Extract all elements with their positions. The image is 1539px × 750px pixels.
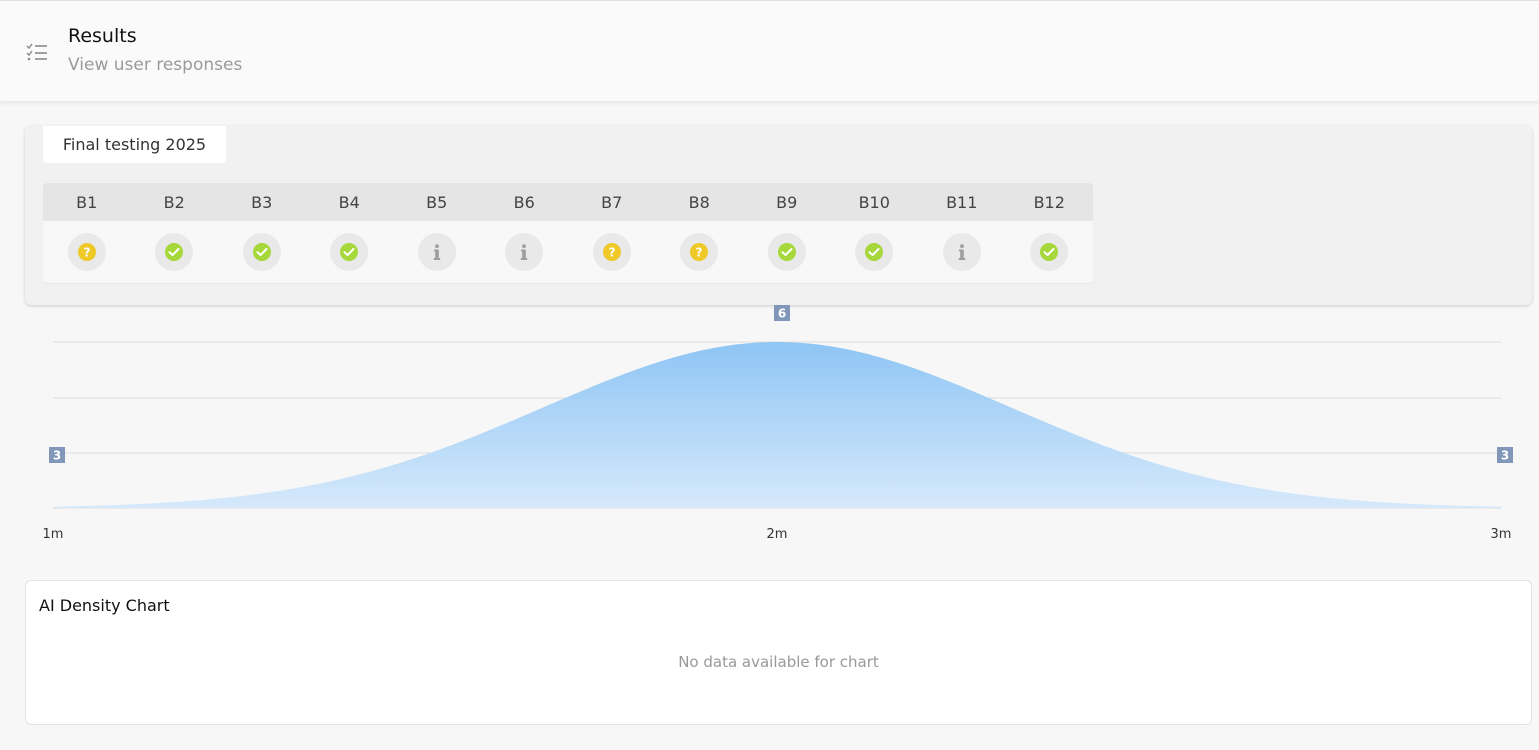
- checklist-icon: [26, 43, 47, 61]
- question-icon[interactable]: ?: [592, 233, 631, 271]
- question-status-row: ???: [43, 221, 1093, 283]
- test-name-tab[interactable]: Final testing 2025: [43, 126, 226, 163]
- question-status-cell[interactable]: [306, 221, 394, 283]
- svg-text:3: 3: [1501, 449, 1509, 463]
- ai-density-title: AI Density Chart: [39, 596, 170, 615]
- question-status-cell[interactable]: [393, 221, 481, 283]
- info-icon[interactable]: [417, 233, 456, 271]
- question-header-cell: B10: [858, 192, 890, 212]
- svg-text:?: ?: [608, 246, 615, 260]
- empty-chart-message: No data available for chart: [678, 653, 879, 671]
- question-status-cell[interactable]: [218, 221, 306, 283]
- question-header-cell: B3: [251, 192, 273, 212]
- page-header: Results View user responses: [0, 0, 1539, 101]
- question-header-cell: B4: [338, 192, 360, 212]
- check-icon[interactable]: [855, 233, 894, 271]
- check-icon[interactable]: [242, 233, 281, 271]
- question-status-table: B1 B2 B3 B4 B5 B6 B7 B8 B9 B10 B11 B12 ???: [43, 183, 1093, 283]
- density-chart: 6 3 3: [49, 305, 1513, 509]
- question-header-cell: B9: [776, 192, 798, 212]
- question-header-cell: B7: [601, 192, 623, 212]
- question-header-cell: B12: [1033, 192, 1065, 212]
- page-title: Results: [68, 25, 137, 47]
- end-value-badge: 3: [1497, 447, 1513, 463]
- density-area: [53, 342, 1501, 508]
- x-tick-label: 2m: [766, 527, 788, 542]
- question-header-cell: B8: [688, 192, 710, 212]
- question-icon[interactable]: ?: [67, 233, 106, 271]
- question-header-cell: B11: [946, 192, 978, 212]
- x-tick-label: 1m: [42, 527, 64, 542]
- check-icon[interactable]: [330, 233, 369, 271]
- question-status-cell[interactable]: [131, 221, 219, 283]
- check-icon[interactable]: [767, 233, 806, 271]
- check-icon[interactable]: [1030, 233, 1069, 271]
- svg-text:3: 3: [53, 449, 61, 463]
- peak-value-badge: 6: [774, 305, 790, 321]
- ai-density-card: AI Density Chart No data available for c…: [25, 580, 1532, 725]
- page-subtitle: View user responses: [68, 55, 243, 75]
- svg-text:6: 6: [778, 307, 786, 321]
- question-header-cell: B2: [163, 192, 185, 212]
- svg-text:?: ?: [83, 246, 90, 260]
- question-status-cell[interactable]: [831, 221, 919, 283]
- question-status-cell[interactable]: ?: [656, 221, 744, 283]
- question-header-row: B1 B2 B3 B4 B5 B6 B7 B8 B9 B10 B11 B12: [43, 183, 1093, 221]
- info-icon[interactable]: [505, 233, 544, 271]
- start-value-badge: 3: [49, 447, 65, 463]
- svg-text:?: ?: [696, 246, 703, 260]
- question-header-cell: B1: [76, 192, 98, 212]
- question-status-cell[interactable]: [743, 221, 831, 283]
- question-icon[interactable]: ?: [680, 233, 719, 271]
- question-header-cell: B5: [426, 192, 448, 212]
- question-header-cell: B6: [513, 192, 535, 212]
- question-status-cell[interactable]: [481, 221, 569, 283]
- question-status-cell[interactable]: [918, 221, 1006, 283]
- check-icon[interactable]: [155, 233, 194, 271]
- question-status-cell[interactable]: ?: [568, 221, 656, 283]
- question-status-cell[interactable]: ?: [43, 221, 131, 283]
- question-status-cell[interactable]: [1006, 221, 1094, 283]
- info-icon[interactable]: [942, 233, 981, 271]
- x-tick-label: 3m: [1490, 527, 1512, 542]
- test-results-panel: Final testing 2025 B1 B2 B3 B4 B5 B6 B7 B8 B9 B10…: [25, 126, 1532, 305]
